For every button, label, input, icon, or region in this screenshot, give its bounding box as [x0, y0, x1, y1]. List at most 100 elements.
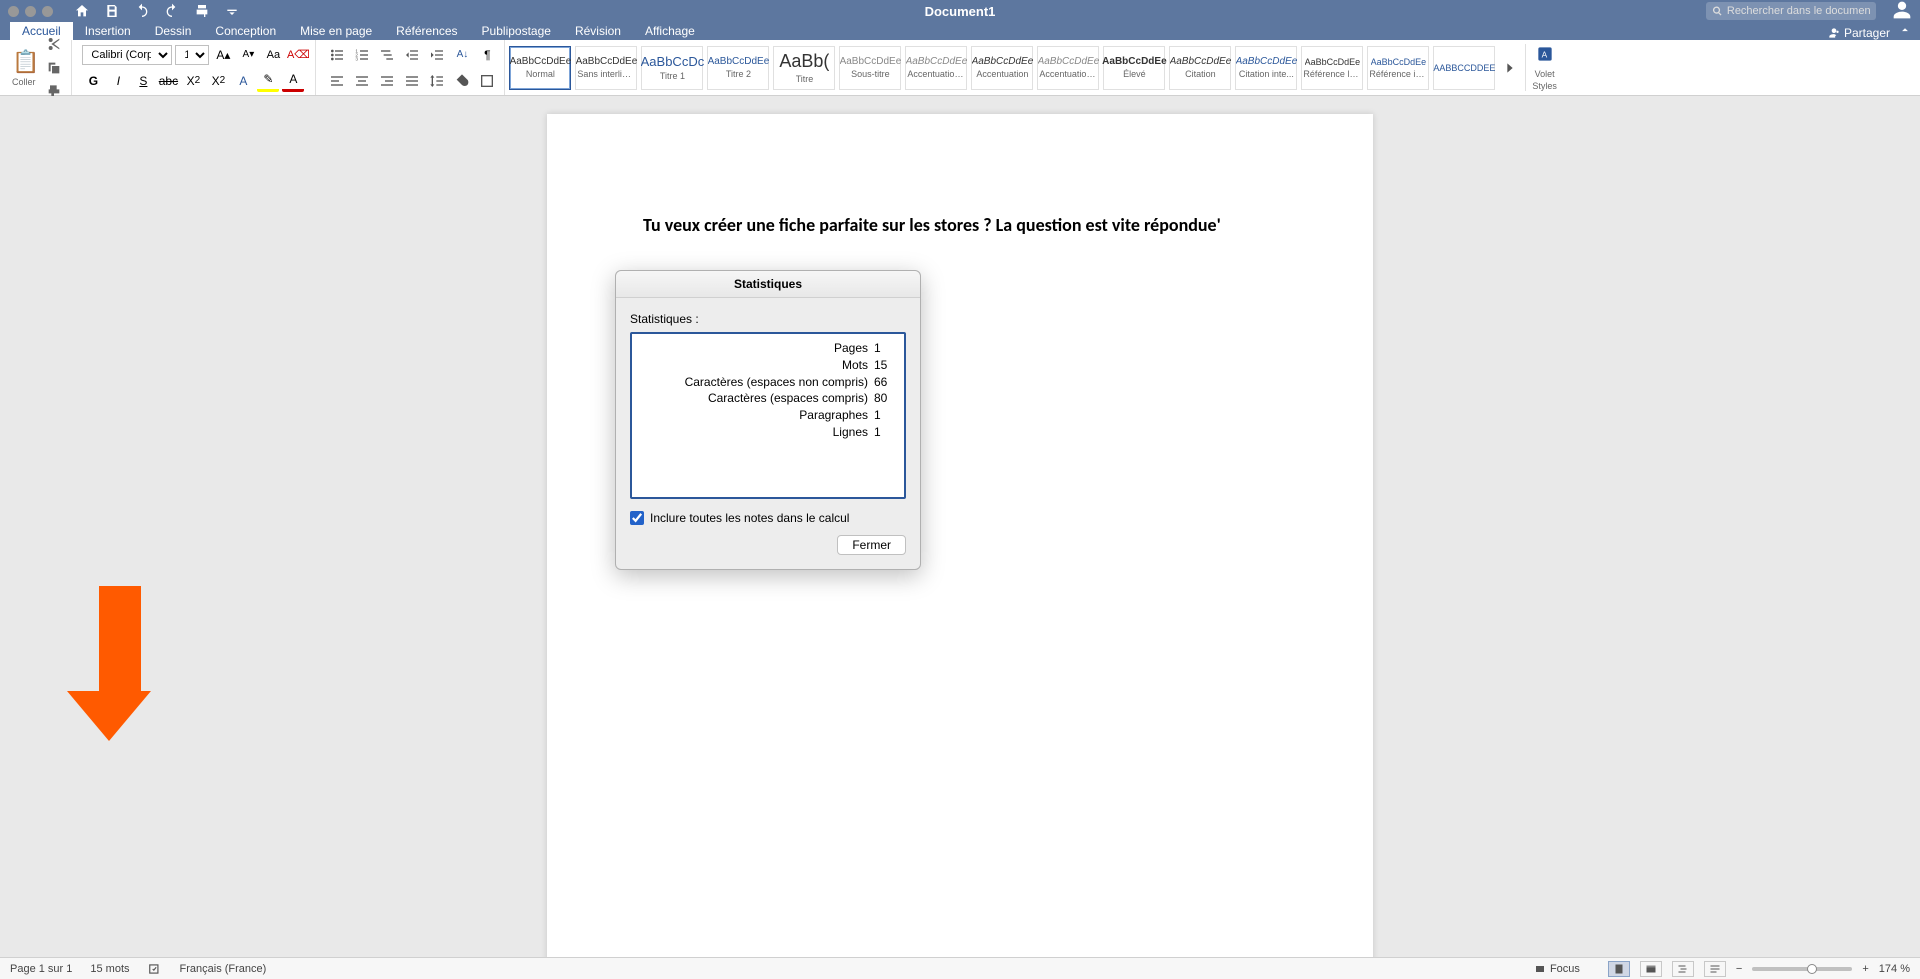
styles-expand-icon[interactable] [1499, 57, 1521, 79]
style-reference-intense[interactable]: AaBbCcDdEeRéférence in... [1367, 46, 1429, 90]
copy-icon[interactable] [43, 57, 65, 79]
maximize-window-icon[interactable] [42, 6, 53, 17]
align-center-icon[interactable] [351, 70, 373, 92]
font-color-icon[interactable]: A [282, 70, 304, 92]
tab-mise-en-page[interactable]: Mise en page [288, 22, 384, 40]
home-icon[interactable] [71, 0, 93, 22]
tab-publipostage[interactable]: Publipostage [470, 22, 563, 40]
align-right-icon[interactable] [376, 70, 398, 92]
style-titre-1[interactable]: AaBbCcDcTitre 1 [641, 46, 703, 90]
tab-insertion[interactable]: Insertion [73, 22, 143, 40]
document-text-content[interactable]: Tu veux créer une fiche parfaite sur les… [643, 214, 1277, 236]
status-page[interactable]: Page 1 sur 1 [10, 963, 72, 975]
justify-icon[interactable] [401, 70, 423, 92]
zoom-out-button[interactable]: − [1736, 963, 1742, 975]
style-accentuation-1[interactable]: AaBbCcDdEeAccentuation... [905, 46, 967, 90]
include-notes-row[interactable]: Inclure toutes les notes dans le calcul [630, 511, 906, 525]
zoom-level[interactable]: 174 % [1879, 963, 1910, 975]
share-label: Partager [1844, 26, 1890, 40]
text-effects-icon[interactable]: A [232, 70, 254, 92]
italic-button[interactable]: I [107, 70, 129, 92]
paste-icon[interactable]: 📋 [12, 49, 39, 75]
change-case-icon[interactable]: Aa [262, 44, 284, 66]
focus-mode-button[interactable]: Focus [1534, 963, 1580, 975]
zoom-slider-thumb[interactable] [1807, 964, 1817, 974]
print-layout-view-icon[interactable] [1608, 961, 1630, 977]
subscript-button[interactable]: X2 [182, 70, 204, 92]
grow-font-icon[interactable]: A▴ [212, 44, 234, 66]
line-spacing-icon[interactable] [426, 70, 448, 92]
stat-paragraphs-label: Paragraphes [642, 407, 868, 424]
zoom-slider[interactable] [1752, 967, 1852, 971]
zoom-in-button[interactable]: + [1862, 963, 1868, 975]
tab-revision[interactable]: Révision [563, 22, 633, 40]
style-more[interactable]: AABBCCDDEE [1433, 46, 1495, 90]
search-input[interactable] [1727, 5, 1870, 17]
redo-icon[interactable] [161, 0, 183, 22]
shrink-font-icon[interactable]: A▾ [237, 44, 259, 66]
style-accentuation-2[interactable]: AaBbCcDdEeAccentuation [971, 46, 1033, 90]
style-sous-titre[interactable]: AaBbCcDdEeSous-titre [839, 46, 901, 90]
close-dialog-button[interactable]: Fermer [837, 535, 906, 555]
draft-view-icon[interactable] [1704, 961, 1726, 977]
style-eleve[interactable]: AaBbCcDdEeÉlevé [1103, 46, 1165, 90]
style-reference-legere[interactable]: AaBbCcDdEeRéférence lé... [1301, 46, 1363, 90]
tab-conception[interactable]: Conception [203, 22, 288, 40]
shading-icon[interactable] [451, 70, 473, 92]
user-icon[interactable] [1892, 0, 1912, 23]
style-normal[interactable]: AaBbCcDdEeNormal [509, 46, 571, 90]
show-marks-icon[interactable]: ¶ [476, 44, 498, 66]
close-window-icon[interactable] [8, 6, 19, 17]
strikethrough-button[interactable]: abc [157, 70, 179, 92]
multilevel-list-icon[interactable] [376, 44, 398, 66]
web-layout-view-icon[interactable] [1640, 961, 1662, 977]
style-titre-2[interactable]: AaBbCcDdEeTitre 2 [707, 46, 769, 90]
bold-button[interactable]: G [82, 70, 104, 92]
search-icon [1712, 5, 1723, 17]
superscript-button[interactable]: X2 [207, 70, 229, 92]
style-citation[interactable]: AaBbCcDdEeCitation [1169, 46, 1231, 90]
indent-icon[interactable] [426, 44, 448, 66]
styles-pane-button[interactable]: A Volet Styles [1525, 44, 1563, 91]
dialog-title: Statistiques [616, 271, 920, 298]
include-notes-checkbox[interactable] [630, 511, 644, 525]
styles-gallery[interactable]: AaBbCcDdEeNormal AaBbCcDdEeSans interlig… [509, 46, 1521, 90]
status-spellcheck-icon[interactable] [148, 962, 162, 976]
document-workspace[interactable]: Tu veux créer une fiche parfaite sur les… [0, 96, 1920, 957]
print-icon[interactable] [191, 0, 213, 22]
qat-customize-icon[interactable] [221, 0, 243, 22]
minimize-window-icon[interactable] [25, 6, 36, 17]
cut-icon[interactable] [43, 33, 65, 55]
paragraph-group: 123 A↓ ¶ [320, 40, 505, 95]
stat-lines-value: 1 [874, 424, 894, 441]
tab-dessin[interactable]: Dessin [143, 22, 204, 40]
share-button[interactable]: Partager [1827, 26, 1890, 40]
align-left-icon[interactable] [326, 70, 348, 92]
highlight-icon[interactable]: ✎ [257, 70, 279, 92]
style-citation-intense[interactable]: AaBbCcDdEeCitation inte... [1235, 46, 1297, 90]
outline-view-icon[interactable] [1672, 961, 1694, 977]
tab-references[interactable]: Références [384, 22, 469, 40]
sort-icon[interactable]: A↓ [451, 44, 473, 66]
collapse-ribbon-icon[interactable] [1898, 23, 1912, 40]
font-size-select[interactable]: 12 [175, 45, 209, 65]
annotation-arrow [88, 586, 151, 741]
style-accentuation-3[interactable]: AaBbCcDdEeAccentuation... [1037, 46, 1099, 90]
status-word-count[interactable]: 15 mots [90, 963, 129, 975]
outdent-icon[interactable] [401, 44, 423, 66]
style-titre[interactable]: AaBb(Titre [773, 46, 835, 90]
font-name-select[interactable]: Calibri (Corps) [82, 45, 172, 65]
tab-affichage[interactable]: Affichage [633, 22, 707, 40]
stat-words-label: Mots [642, 357, 868, 374]
borders-icon[interactable] [476, 70, 498, 92]
status-language[interactable]: Français (France) [180, 963, 267, 975]
clear-format-icon[interactable]: A⌫ [287, 44, 309, 66]
search-box[interactable] [1706, 2, 1876, 20]
quick-access-toolbar [71, 0, 243, 22]
save-icon[interactable] [101, 0, 123, 22]
underline-button[interactable]: S [132, 70, 154, 92]
style-sans-interligne[interactable]: AaBbCcDdEeSans interligne [575, 46, 637, 90]
bullets-icon[interactable] [326, 44, 348, 66]
undo-icon[interactable] [131, 0, 153, 22]
numbering-icon[interactable]: 123 [351, 44, 373, 66]
